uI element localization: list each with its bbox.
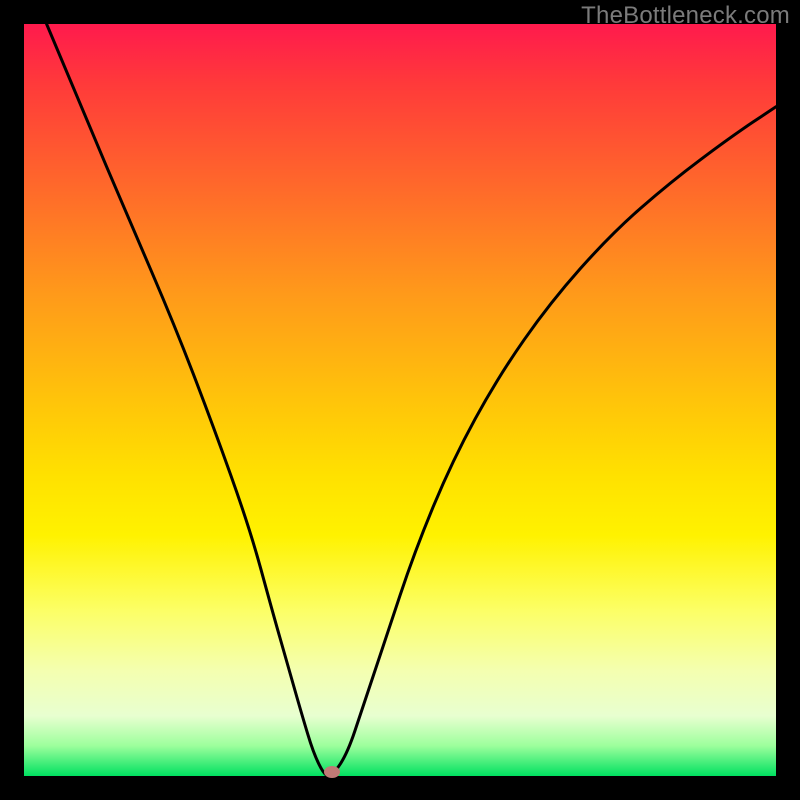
optimum-marker [324, 766, 340, 778]
chart-frame: TheBottleneck.com [0, 0, 800, 800]
curve-svg [24, 24, 776, 776]
plot-area [24, 24, 776, 776]
bottleneck-curve [47, 24, 776, 776]
watermark-text: TheBottleneck.com [581, 2, 790, 30]
